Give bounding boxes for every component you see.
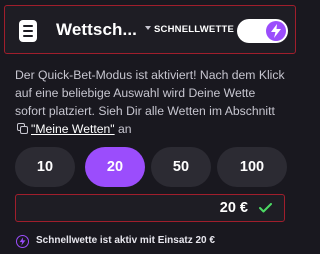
amount-button-20[interactable]: 20: [85, 147, 145, 187]
lightning-icon: [271, 24, 281, 38]
my-bets-link[interactable]: "Meine Wetten": [31, 122, 115, 136]
info-suffix: an: [118, 122, 132, 136]
stake-value[interactable]: 20 €: [220, 200, 248, 216]
quick-bet-info-text: Der Quick-Bet-Modus ist aktiviert! Nach …: [15, 68, 285, 136]
betslip-header: Wettsch... SCHNELLWETTE: [4, 5, 296, 54]
quick-bet-label: SCHNELLWETTE: [154, 24, 234, 35]
stake-amount-options: 10 20 50 100: [15, 147, 287, 187]
lightning-icon: [16, 235, 29, 248]
caret-down-icon[interactable]: [145, 26, 151, 30]
amount-button-100[interactable]: 100: [217, 147, 287, 187]
stake-input[interactable]: 20 €: [15, 194, 285, 222]
document-icon[interactable]: [19, 20, 37, 42]
check-icon[interactable]: [259, 203, 272, 213]
quick-bet-toggle[interactable]: [237, 19, 288, 43]
amount-button-10[interactable]: 10: [15, 147, 75, 187]
copy-icon: [17, 121, 28, 134]
quick-bet-status-text: Schnellwette ist aktiv mit Einsatz 20 €: [36, 235, 215, 246]
betslip-title[interactable]: Wettsch...: [56, 20, 137, 40]
toggle-knob: [266, 21, 286, 41]
amount-button-50[interactable]: 50: [151, 147, 211, 187]
